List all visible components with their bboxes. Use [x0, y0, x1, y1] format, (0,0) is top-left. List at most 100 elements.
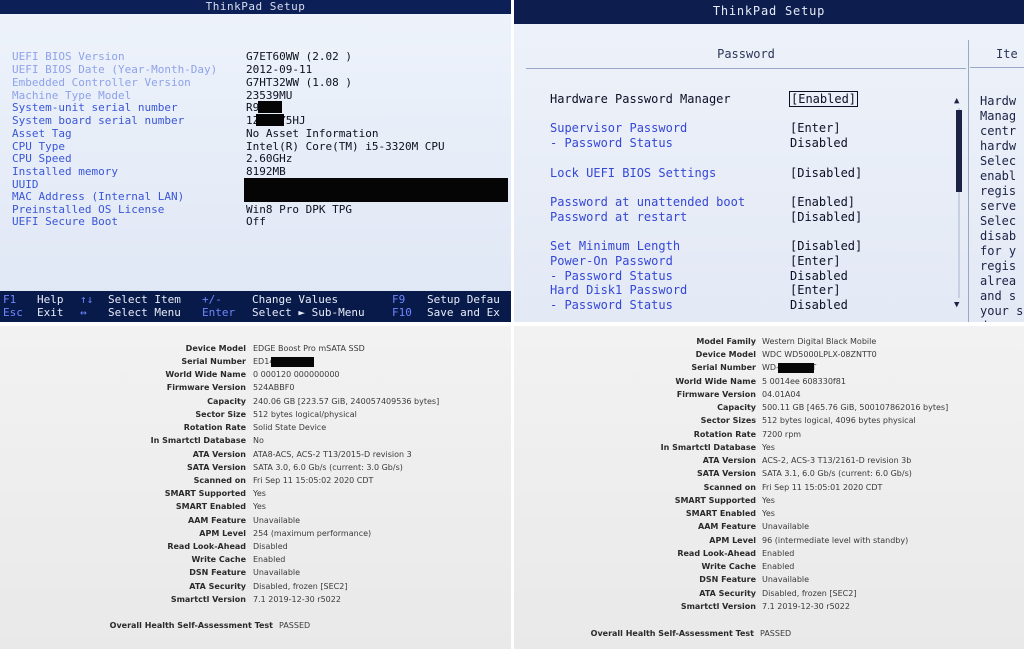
help-line: hardw: [980, 139, 1017, 153]
kv-key: Read Look-Ahead: [167, 542, 246, 551]
kv-key: Scanned on: [703, 483, 756, 492]
kv-value: 500.11 GB [465.76 GiB, 500107862016 byte…: [762, 403, 949, 412]
kv-key: Rotation Rate: [183, 423, 246, 432]
help-line: Selec: [980, 214, 1017, 228]
kv-key: Smartctl Version: [680, 602, 756, 611]
kv-row: Smartctl Version 7.1 2019-12-30 r5022: [0, 594, 511, 606]
help-help: Help: [37, 293, 64, 306]
kv-key: SATA Version: [697, 469, 756, 478]
kv-key: SMART Supported: [164, 489, 246, 498]
help-line: Hardw: [980, 94, 1017, 108]
info-value: No Asset Information: [246, 127, 379, 140]
scroll-up-arrow-icon[interactable]: ▲: [954, 96, 959, 106]
kv-value: ATA8-ACS, ACS-2 T13/2015-D revision 3: [253, 450, 412, 459]
help-line: alrea: [980, 274, 1017, 288]
info-value: G7ET60WW (2.02 ): [246, 50, 352, 63]
pw-value[interactable]: [Enabled]: [790, 195, 855, 209]
health-label: Overall Health Self-Assessment Test: [109, 621, 273, 630]
section-header-password: Password: [526, 40, 966, 69]
pw-value[interactable]: [Enter]: [790, 283, 841, 297]
kv-key: APM Level: [199, 529, 246, 538]
kv-key: Serial Number: [691, 363, 756, 372]
help-line: regis: [980, 184, 1017, 198]
kv-key: World Wide Name: [165, 370, 246, 379]
key-leftright[interactable]: ↔: [80, 306, 87, 319]
info-value: 8192MB: [246, 165, 286, 178]
kv-key: Smartctl Version: [170, 595, 246, 604]
kv-row: Rotation Rate 7200 rpm: [514, 429, 1024, 441]
kv-row: Serial NumberED14 0302: [0, 356, 511, 368]
kv-key: SMART Supported: [674, 496, 756, 505]
kv-value: SATA 3.1, 6.0 Gb/s (current: 6.0 Gb/s): [762, 469, 912, 478]
key-esc[interactable]: Esc: [3, 306, 23, 319]
kv-row: ATA Version ATA8-ACS, ACS-2 T13/2015-D re…: [0, 449, 511, 461]
scroll-thumb[interactable]: [956, 110, 962, 192]
info-value: 2.60GHz: [246, 152, 293, 165]
kv-row: DSN Feature Unavailable: [0, 567, 511, 579]
health-value: PASSED: [760, 629, 792, 638]
kv-value: Western Digital Black Mobile: [762, 337, 877, 346]
info-label: UEFI BIOS Date (Year-Month-Day): [12, 63, 218, 76]
pw-value[interactable]: [Disabled]: [790, 239, 862, 253]
scroll-down-arrow-icon[interactable]: ▼: [954, 300, 959, 310]
info-label: System board serial number: [12, 114, 185, 127]
column-divider: [968, 40, 969, 322]
help-line: centr: [980, 124, 1017, 138]
health-row: Overall Health Self-Assessment Test PASSE…: [514, 628, 1024, 640]
kv-row: Rotation Rate Solid State Device: [0, 422, 511, 434]
pw-label: Hard Disk1 Password: [550, 283, 688, 297]
kv-key: Model Family: [696, 337, 756, 346]
kv-row: World Wide Name 0 000120 000000000: [0, 369, 511, 381]
disk-info-panel-hdd: Model Family Western Digital Black Mobile…: [514, 326, 1024, 649]
pw-label: Password at unattended boot: [550, 195, 746, 209]
kv-row: Device Model WDC WD5000LPLX-08ZNTT0: [514, 349, 1024, 361]
kv-value: Yes: [253, 489, 266, 498]
bios-main-panel: ThinkPad Setup UEFI BIOS Version G7ET60W…: [0, 0, 511, 322]
kv-row: SMART Supported Yes: [514, 495, 1024, 507]
kv-value: Unavailable: [253, 568, 301, 577]
pw-value[interactable]: [Enter]: [790, 254, 841, 268]
kv-value: ACS-2, ACS-3 T13/2161-D revision 3b: [762, 456, 912, 465]
kv-row: Smartctl Version 7.1 2019-12-30 r5022: [514, 601, 1024, 613]
kv-row: SATA Version SATA 3.0, 6.0 Gb/s (current:…: [0, 462, 511, 474]
pw-value[interactable]: [Enter]: [790, 121, 841, 135]
kv-value: 240.06 GB [223.57 GiB, 240057409536 byte…: [253, 397, 440, 406]
kv-key: DSN Feature: [189, 568, 246, 577]
help-select-menu: Select Menu: [108, 306, 181, 319]
kv-key: Capacity: [717, 403, 756, 412]
kv-row: Sector Size 512 bytes logical/physical: [0, 409, 511, 421]
redaction-block: [256, 114, 284, 126]
key-f9[interactable]: F9: [392, 293, 405, 306]
kv-key: Firmware Version: [676, 390, 756, 399]
kv-key: In Smartctl Database: [660, 443, 756, 452]
kv-value: 512 bytes logical/physical: [253, 410, 357, 419]
kv-key: ATA Security: [699, 589, 756, 598]
kv-row: AAM Feature Unavailable: [514, 521, 1024, 533]
kv-row: Write Cache Enabled: [0, 554, 511, 566]
pw-label: Hardware Password Manager: [550, 92, 731, 106]
kv-value: WDC WD5000LPLX-08ZNTT0: [762, 350, 877, 359]
scrollbar[interactable]: ▲ ▼: [954, 96, 964, 310]
kv-row: ATA Version ACS-2, ACS-3 T13/2161-D revis…: [514, 455, 1024, 467]
key-updown[interactable]: ↑↓: [80, 293, 93, 306]
key-f10[interactable]: F10: [392, 306, 412, 319]
pw-label: - Password Status: [550, 136, 673, 150]
disk-info-panel-ssd: Device Model EDGE Boost Pro mSATA SSD Ser…: [0, 326, 511, 649]
pw-value[interactable]: [Disabled]: [790, 210, 862, 224]
kv-row: Capacity 240.06 GB [223.57 GiB, 240057409…: [0, 396, 511, 408]
redaction-block: [271, 357, 314, 367]
health-value: PASSED: [279, 621, 311, 630]
help-select-item: Select Item: [108, 293, 181, 306]
kv-key: DSN Feature: [699, 575, 756, 584]
pw-value[interactable]: [Enabled]: [788, 91, 859, 107]
kv-value: Enabled: [762, 562, 795, 571]
key-f1[interactable]: F1: [3, 293, 16, 306]
kv-row: Read Look-Ahead Enabled: [514, 548, 1024, 560]
key-enter[interactable]: Enter: [202, 306, 235, 319]
kv-row: Sector Sizes 512 bytes logical, 4096 byte…: [514, 415, 1024, 427]
kv-key: Write Cache: [191, 555, 246, 564]
pw-value[interactable]: [Disabled]: [790, 166, 862, 180]
key-plusminus[interactable]: +/-: [202, 293, 222, 306]
pw-value: Disabled: [790, 136, 848, 150]
redaction-block: [258, 101, 282, 113]
